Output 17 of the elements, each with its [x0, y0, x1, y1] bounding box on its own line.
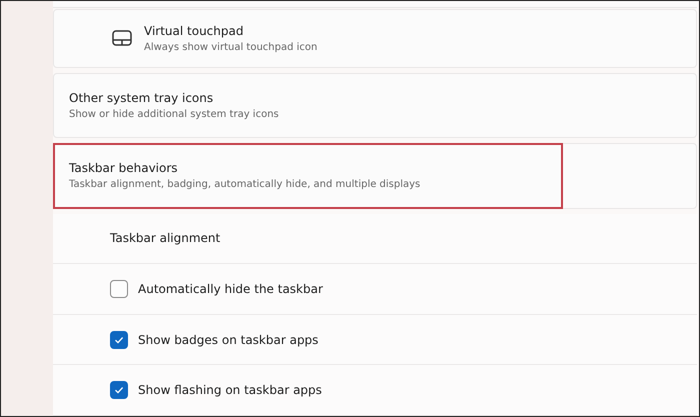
- card-title: Virtual touchpad: [144, 22, 244, 40]
- checkbox-label: Automatically hide the taskbar: [138, 282, 323, 296]
- checkbox[interactable]: [110, 280, 128, 298]
- settings-card[interactable]: Other system tray icons Show or hide additional system tray icons: [53, 72, 697, 138]
- checkbox[interactable]: [110, 330, 128, 349]
- settings-card[interactable]: Virtual touchpad Always show virtual touchpad icon: [53, 8, 697, 68]
- checkbox-label: Show badges on taskbar apps: [138, 332, 318, 347]
- settings-card[interactable]: Taskbar behaviors Taskbar alignment, badging, automatically hide, and multiple displays: [53, 143, 697, 209]
- card-description: Always show virtual touchpad icon: [144, 40, 318, 55]
- setting-label: Taskbar alignment: [110, 231, 220, 246]
- card-title: Other system tray icons: [69, 90, 214, 107]
- touchpad-icon: [112, 30, 132, 46]
- card-title: Taskbar behaviors: [69, 160, 179, 178]
- card-description: Taskbar alignment, badging, automatically hide, and multiple displays: [69, 178, 420, 192]
- card-description: Show or hide additional system tray icons: [69, 108, 279, 122]
- checkbox[interactable]: [110, 381, 128, 400]
- checkbox-label: Show flashing on taskbar apps: [138, 383, 322, 398]
